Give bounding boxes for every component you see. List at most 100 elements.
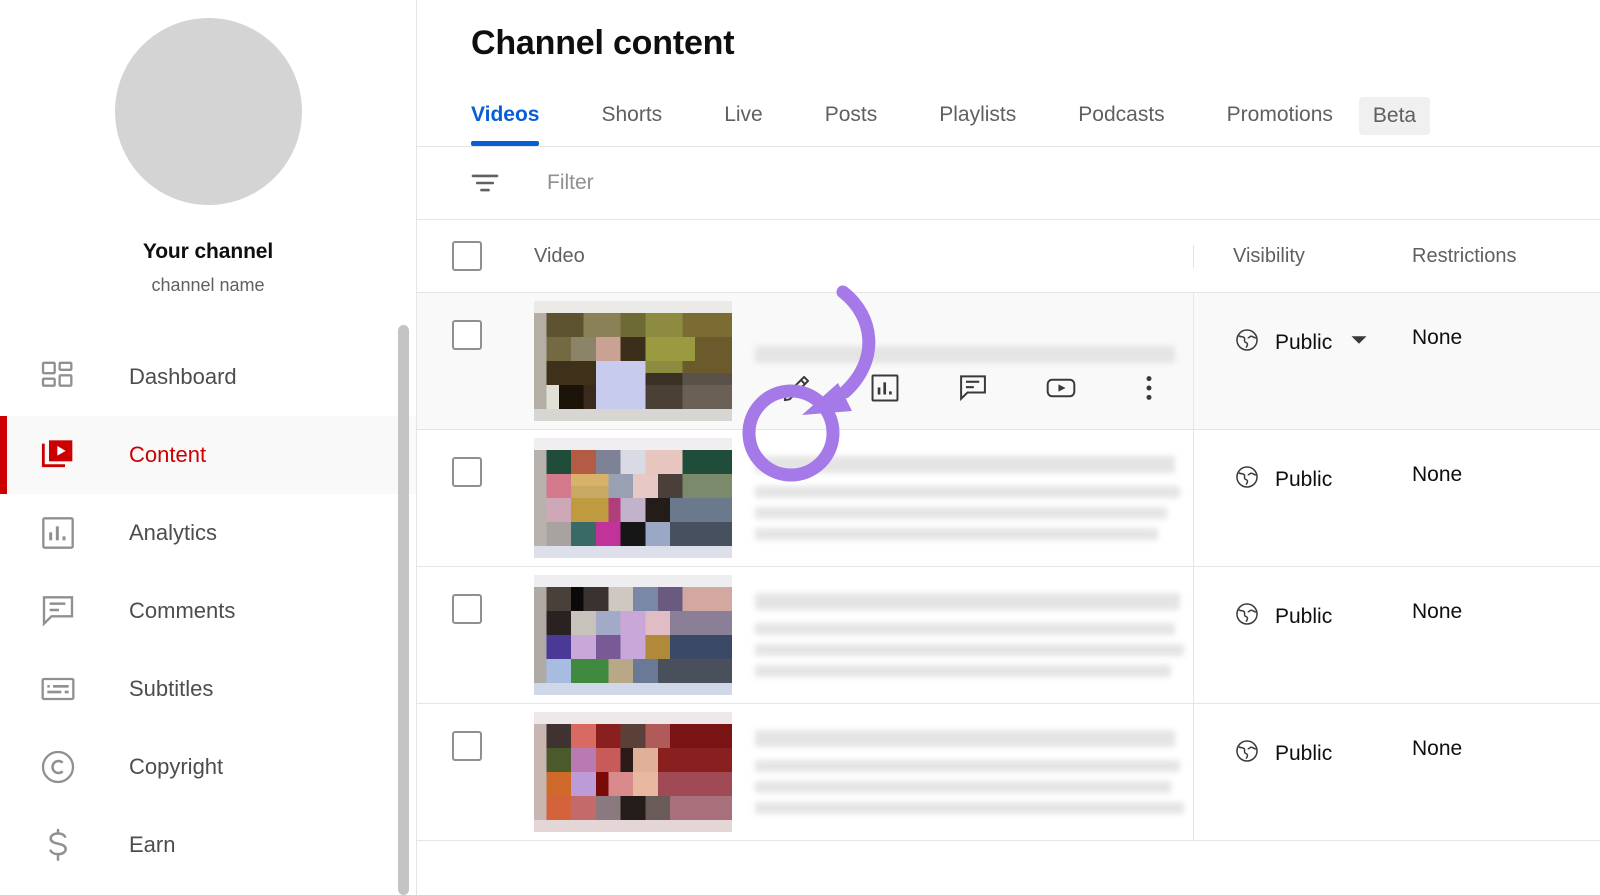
sidebar-item-analytics[interactable]: Analytics — [0, 494, 416, 572]
more-vertical-dots-icon[interactable] — [1130, 369, 1168, 407]
row-action-bar — [778, 369, 1168, 407]
channel-subtitle: channel name — [151, 275, 265, 295]
video-description-redacted — [755, 507, 1167, 519]
row-checkbox[interactable] — [451, 731, 482, 761]
visibility-value: Public — [1275, 605, 1333, 628]
tab-promotions[interactable]: Promotions — [1227, 84, 1333, 146]
tab-videos[interactable]: Videos — [471, 84, 540, 146]
tab-live[interactable]: Live — [724, 84, 763, 146]
chevron-down-icon[interactable] — [1350, 331, 1368, 355]
visibility-value: Public — [1275, 331, 1333, 354]
row-checkbox[interactable] — [451, 320, 482, 350]
sidebar-item-label: Dashboard — [129, 364, 237, 389]
content-video-stack-icon — [36, 433, 80, 477]
sidebar-scrollbar[interactable] — [398, 325, 409, 895]
sidebar-item-label: Analytics — [129, 520, 218, 545]
row-checkbox[interactable] — [451, 594, 482, 624]
tab-label: Posts — [824, 103, 878, 126]
sidebar-item-copyright[interactable]: Copyright — [0, 728, 416, 806]
comment-bubble-icon — [36, 589, 80, 633]
table-row[interactable]: Public None — [417, 567, 1600, 704]
video-title-redacted — [755, 346, 1176, 363]
video-description-redacted — [755, 802, 1185, 814]
analytics-bar-icon[interactable] — [866, 369, 904, 407]
row-visibility-cell[interactable]: Public — [1194, 704, 1390, 840]
row-checkbox[interactable] — [451, 457, 482, 487]
globe-icon — [1233, 326, 1261, 360]
video-thumbnail[interactable] — [534, 575, 732, 695]
sidebar-scrollbar-thumb[interactable] — [398, 325, 409, 895]
visibility-value: Public — [1275, 742, 1333, 765]
sidebar-item-label: Earn — [129, 832, 176, 857]
select-all-cell — [417, 241, 516, 271]
dashboard-grid-icon — [36, 355, 80, 399]
restrictions-value: None — [1412, 737, 1463, 760]
sidebar-item-label: Comments — [129, 598, 236, 623]
filter-input[interactable] — [547, 171, 1067, 195]
tab-label: Playlists — [939, 103, 1017, 126]
column-header-video: Video — [516, 244, 1194, 268]
filter-bar — [417, 147, 1600, 220]
row-restrictions-cell: None — [1390, 430, 1600, 566]
restrictions-value: None — [1412, 600, 1463, 623]
row-select-cell — [417, 293, 516, 429]
tab-label: Shorts — [601, 103, 663, 126]
dollar-sign-icon — [36, 823, 80, 867]
row-visibility-cell[interactable]: Public — [1194, 567, 1390, 703]
row-select-cell — [417, 567, 516, 703]
table-row[interactable]: Public None — [417, 704, 1600, 841]
pencil-edit-icon[interactable] — [778, 369, 816, 407]
column-label-visibility: Visibility — [1233, 244, 1305, 267]
filter-lines-icon[interactable] — [465, 163, 505, 203]
video-thumbnail[interactable] — [534, 301, 732, 421]
row-video-cell — [516, 293, 1194, 429]
column-header-restrictions: Restrictions — [1390, 245, 1600, 268]
video-meta — [755, 712, 1193, 832]
row-select-cell — [417, 430, 516, 566]
row-visibility-cell[interactable]: Public — [1194, 293, 1390, 429]
youtube-play-icon[interactable] — [1042, 369, 1080, 407]
tab-podcasts[interactable]: Podcasts — [1078, 84, 1164, 146]
video-meta — [755, 438, 1193, 558]
sidebar-item-content[interactable]: Content — [0, 416, 416, 494]
row-video-cell — [516, 430, 1194, 566]
video-description-redacted — [755, 486, 1180, 498]
row-restrictions-cell: None — [1390, 293, 1600, 429]
comment-bubble-icon[interactable] — [954, 369, 992, 407]
avatar[interactable] — [114, 18, 302, 205]
video-thumbnail[interactable] — [534, 438, 732, 558]
sidebar-item-comments[interactable]: Comments — [0, 572, 416, 650]
column-label-video: Video — [534, 244, 585, 267]
main-content: Channel content Videos Shorts Live Posts… — [417, 0, 1600, 895]
video-description-redacted — [755, 623, 1176, 635]
sidebar-item-label: Subtitles — [129, 676, 214, 701]
video-thumbnail[interactable] — [534, 712, 732, 832]
videos-table: Video Visibility Restrictions Public Non… — [417, 220, 1600, 841]
table-row[interactable]: Public None — [417, 430, 1600, 567]
select-all-checkbox[interactable] — [451, 241, 482, 271]
video-meta — [755, 575, 1193, 695]
tab-shorts[interactable]: Shorts — [601, 84, 662, 146]
sidebar-item-subtitles[interactable]: Subtitles — [0, 650, 416, 728]
tab-posts[interactable]: Posts — [825, 84, 878, 146]
video-description-redacted — [755, 665, 1172, 677]
video-title-redacted — [755, 730, 1176, 747]
tab-label: Live — [724, 103, 763, 126]
row-visibility-cell[interactable]: Public — [1194, 430, 1390, 566]
channel-title: Your channel — [142, 240, 274, 263]
video-title-redacted — [755, 593, 1180, 610]
video-title-redacted — [755, 456, 1176, 473]
restrictions-value: None — [1412, 326, 1463, 349]
tab-playlists[interactable]: Playlists — [939, 84, 1016, 146]
table-row[interactable]: Public None — [417, 293, 1600, 430]
copyright-circle-icon — [36, 745, 80, 789]
sidebar-item-label: Copyright — [129, 754, 224, 779]
sidebar-item-earn[interactable]: Earn — [0, 806, 416, 884]
restrictions-value: None — [1412, 463, 1463, 486]
sidebar-item-dashboard[interactable]: Dashboard — [0, 338, 416, 416]
column-header-visibility: Visibility — [1194, 245, 1390, 268]
analytics-bar-chart-icon — [36, 511, 80, 555]
globe-icon — [1233, 463, 1261, 497]
sidebar-nav: Dashboard Content Analytics Comments Sub… — [0, 338, 416, 884]
page-title: Channel content — [471, 24, 735, 62]
